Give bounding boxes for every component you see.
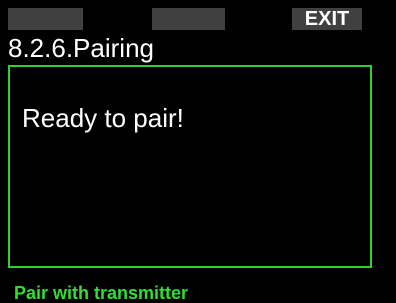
- pairing-status-message: Ready to pair!: [22, 103, 184, 133]
- softkey-left-button[interactable]: [8, 8, 83, 30]
- softkey-middle-button[interactable]: [152, 8, 225, 30]
- exit-button[interactable]: EXIT: [292, 8, 362, 30]
- footer-status-text: Pair with transmitter: [14, 283, 189, 303]
- page-title: 8.2.6.Pairing: [8, 33, 154, 63]
- message-panel: Ready to pair!: [8, 65, 372, 268]
